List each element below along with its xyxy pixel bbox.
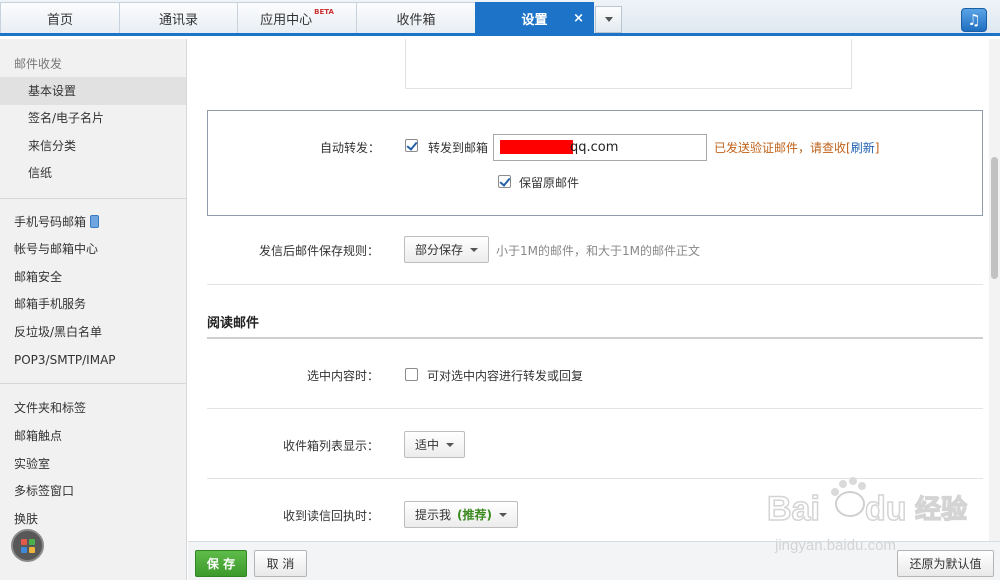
settings-main: 自动转发： 转发到邮箱 qq.com 已发送验证邮件，请查收[刷新] 保留原邮件… bbox=[188, 39, 1000, 541]
tab-label: 首页 bbox=[46, 12, 73, 28]
scroll-thumb[interactable] bbox=[991, 157, 998, 279]
tab-label: 设置 bbox=[521, 13, 548, 28]
tab-more-button[interactable] bbox=[595, 6, 622, 33]
sidebar-divider bbox=[0, 383, 186, 384]
reading-section-title: 阅读邮件 bbox=[207, 316, 260, 331]
section-divider bbox=[207, 337, 983, 339]
tab-app-center[interactable]: 应用中心 BETA bbox=[237, 2, 357, 33]
auto-forward-section: 自动转发： 转发到邮箱 qq.com 已发送验证邮件，请查收[刷新] 保留原邮件 bbox=[207, 110, 983, 216]
sidebar-item-multi-tab[interactable]: 多标签窗口 bbox=[0, 477, 186, 505]
tab-label: 收件箱 bbox=[396, 12, 436, 28]
chevron-down-icon bbox=[470, 247, 479, 252]
sidebar-item-lab[interactable]: 实验室 bbox=[0, 450, 186, 478]
sidebar-item-label: 手机号码邮箱 bbox=[14, 215, 87, 229]
row-divider bbox=[207, 478, 983, 479]
select-content-checkbox-label: 可对选中内容进行转发或回复 bbox=[427, 369, 584, 383]
dropdown-value: 部分保存 bbox=[415, 243, 464, 257]
settings-sidebar: 邮件收发 基本设置 签名/电子名片 来信分类 信纸 手机号码邮箱 帐号与邮箱中心… bbox=[0, 39, 187, 580]
save-button[interactable]: 保 存 bbox=[195, 550, 247, 577]
notice-text: 已发送验证邮件，请查收[ bbox=[714, 141, 851, 155]
recommended-tag: (推荐) bbox=[457, 508, 492, 522]
read-receipt-dropdown[interactable]: 提示我 (推荐) bbox=[404, 501, 518, 528]
sidebar-item-touchpoints[interactable]: 邮箱触点 bbox=[0, 422, 186, 450]
row-divider bbox=[207, 284, 983, 285]
sidebar-group-title: 邮件收发 bbox=[14, 57, 63, 71]
tab-settings[interactable]: 设置 × bbox=[475, 2, 594, 34]
forward-checkbox-label: 转发到邮箱 bbox=[428, 141, 489, 155]
app-grid-icon[interactable] bbox=[11, 529, 44, 562]
redaction-mark bbox=[500, 140, 573, 154]
select-content-checkbox[interactable] bbox=[405, 368, 418, 381]
email-value: qq.com bbox=[570, 140, 619, 155]
tab-inbox[interactable]: 收件箱 bbox=[356, 2, 476, 33]
sidebar-item-signature[interactable]: 签名/电子名片 bbox=[0, 104, 186, 132]
cancel-button[interactable]: 取 消 bbox=[254, 550, 307, 577]
tab-home[interactable]: 首页 bbox=[0, 2, 120, 33]
tab-label: 通讯录 bbox=[158, 12, 198, 28]
phone-icon bbox=[90, 215, 100, 228]
sidebar-item-antispam[interactable]: 反垃圾/黑白名单 bbox=[0, 318, 186, 346]
row-divider bbox=[207, 408, 983, 409]
restore-defaults-button[interactable]: 还原为默认值 bbox=[897, 550, 994, 577]
save-rule-label: 发信后邮件保存规则： bbox=[258, 244, 379, 258]
save-rule-hint: 小于1M的邮件，和大于1M的邮件正文 bbox=[496, 244, 700, 258]
notice-close: ] bbox=[874, 141, 880, 155]
sidebar-item-stationery[interactable]: 信纸 bbox=[0, 159, 186, 187]
auto-forward-label: 自动转发： bbox=[319, 141, 380, 155]
bottom-action-bar: 保 存 取 消 还原为默认值 bbox=[188, 541, 1000, 580]
verification-notice: 已发送验证邮件，请查收[刷新] bbox=[714, 139, 879, 156]
tab-contacts[interactable]: 通讯录 bbox=[119, 2, 238, 33]
read-receipt-label: 收到读信回执时： bbox=[282, 509, 379, 523]
close-icon[interactable]: × bbox=[573, 11, 584, 26]
keep-original-checkbox[interactable] bbox=[498, 175, 511, 188]
forward-email-input[interactable]: qq.com bbox=[493, 134, 707, 161]
tab-label: 应用中心 bbox=[260, 12, 313, 28]
select-content-label: 选中内容时： bbox=[306, 369, 379, 383]
inbox-list-dropdown[interactable]: 适中 bbox=[404, 431, 466, 458]
sidebar-item-security[interactable]: 邮箱安全 bbox=[0, 263, 186, 291]
sidebar-item-mobile-service[interactable]: 邮箱手机服务 bbox=[0, 290, 186, 318]
signature-preview-box bbox=[405, 39, 852, 89]
dropdown-value: 适中 bbox=[415, 438, 440, 452]
sidebar-divider bbox=[0, 198, 186, 199]
chevron-down-icon bbox=[604, 17, 613, 22]
main-scrollbar[interactable] bbox=[989, 39, 1000, 541]
beta-badge: BETA bbox=[314, 8, 334, 16]
sidebar-item-account-center[interactable]: 帐号与邮箱中心 bbox=[0, 235, 186, 263]
chevron-down-icon bbox=[499, 512, 507, 517]
sidebar-item-pop3[interactable]: POP3/SMTP/IMAP bbox=[0, 346, 186, 374]
sidebar-item-phone-mailbox[interactable]: 手机号码邮箱 bbox=[0, 208, 186, 236]
dropdown-value: 提示我 bbox=[415, 508, 452, 522]
inbox-list-label: 收件箱列表显示： bbox=[282, 439, 379, 453]
refresh-link[interactable]: 刷新 bbox=[851, 141, 875, 155]
forward-checkbox[interactable] bbox=[405, 139, 418, 152]
top-tab-bar: 首页 通讯录 应用中心 BETA 收件箱 设置 × ♫ bbox=[0, 0, 1000, 36]
sidebar-item-mail-filter[interactable]: 来信分类 bbox=[0, 132, 186, 160]
sidebar-item-folders[interactable]: 文件夹和标签 bbox=[0, 394, 186, 422]
chevron-down-icon bbox=[446, 442, 455, 447]
save-rule-dropdown[interactable]: 部分保存 bbox=[404, 236, 490, 263]
keep-original-label: 保留原邮件 bbox=[519, 176, 580, 190]
music-note-icon[interactable]: ♫ bbox=[961, 8, 987, 32]
sidebar-item-basic-settings[interactable]: 基本设置 bbox=[0, 77, 186, 105]
